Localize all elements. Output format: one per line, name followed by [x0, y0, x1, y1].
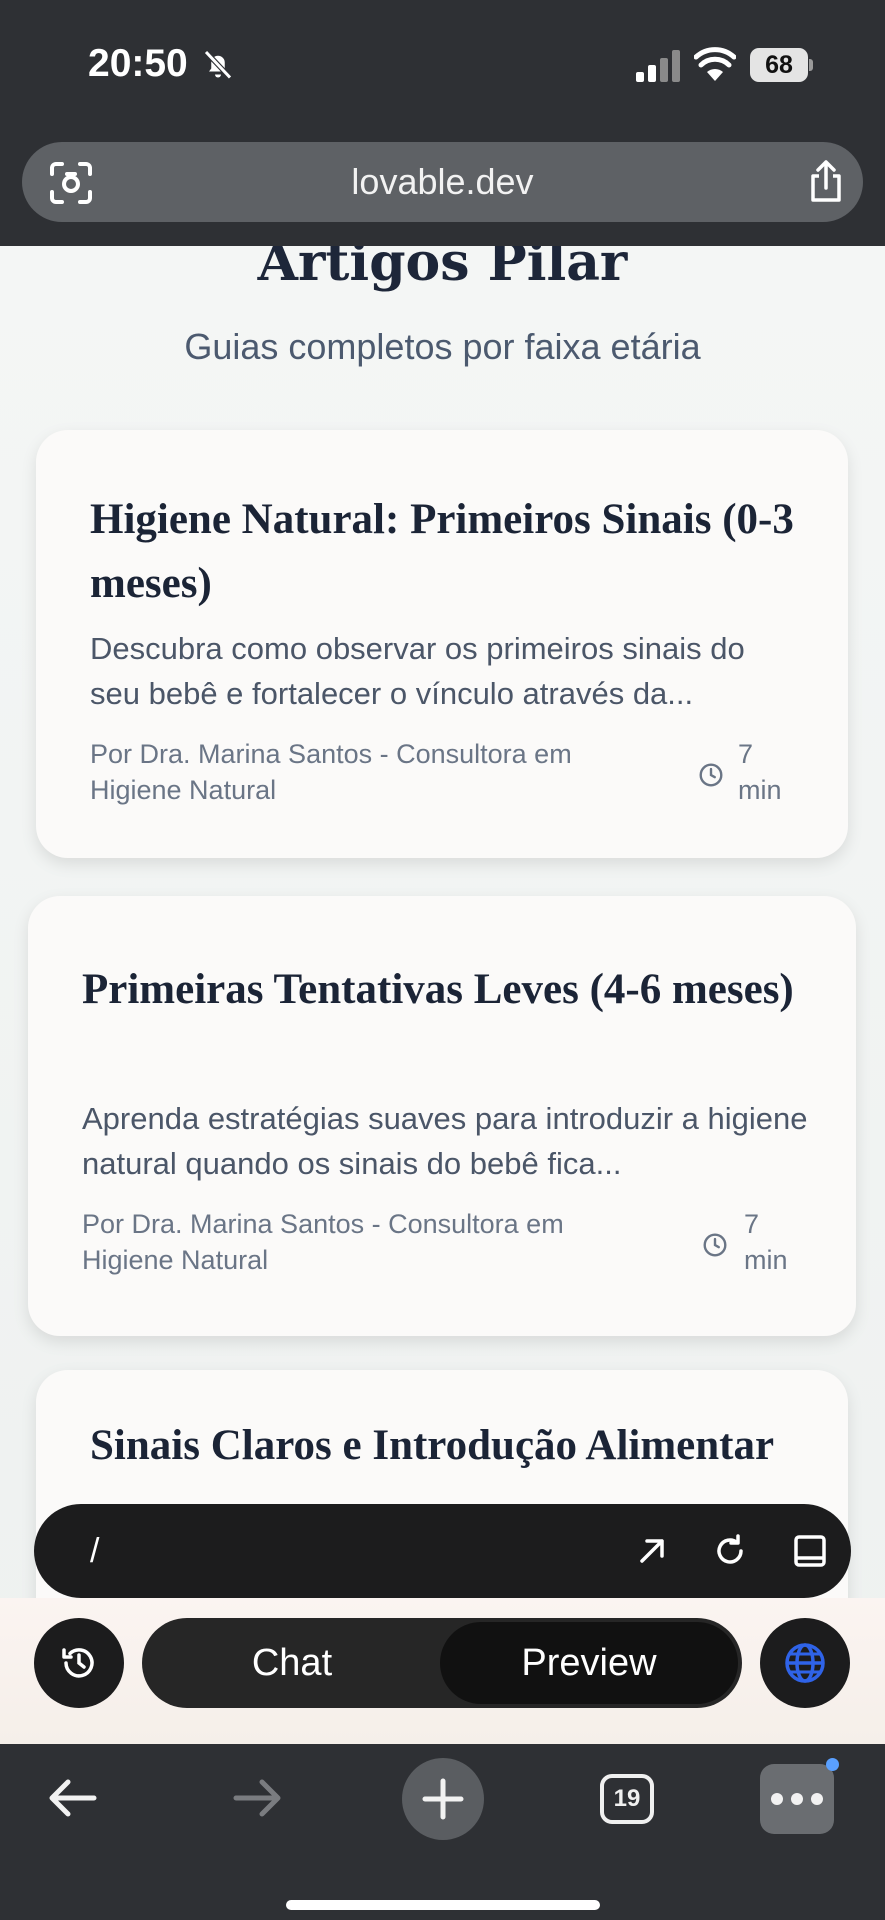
open-external-icon[interactable] [632, 1531, 672, 1571]
cellular-signal-icon [636, 50, 680, 82]
article-author: Por Dra. Marina Santos - Consultora em H… [82, 1209, 564, 1275]
article-title[interactable]: Primeiras Tentativas Leves (4-6 meses) [82, 958, 802, 1022]
clock-icon [699, 763, 723, 787]
article-description: Aprenda estratégias suaves para introduz… [82, 1101, 808, 1181]
view-switcher: Chat Preview [142, 1618, 742, 1708]
page-title: Artigos Pilar [257, 246, 628, 293]
history-icon [62, 1648, 94, 1678]
new-tab-button[interactable] [402, 1758, 484, 1840]
article-read-time: 7 min [744, 1209, 788, 1275]
article-title[interactable]: Sinais Claros e Introdução Alimentar [90, 1414, 794, 1478]
back-arrow-icon[interactable] [44, 1770, 100, 1826]
tab-preview[interactable]: Preview [440, 1622, 738, 1704]
tab-chat[interactable]: Chat [142, 1618, 442, 1708]
ellipsis-icon [771, 1793, 823, 1805]
preview-path-bar[interactable]: / [34, 1504, 851, 1598]
url-text[interactable]: lovable.dev [22, 142, 863, 222]
panel-toggle-icon[interactable] [790, 1531, 830, 1571]
address-bar[interactable]: lovable.dev [22, 142, 863, 222]
article-card[interactable]: Primeiras Tentativas Leves (4-6 meses) A… [28, 896, 856, 1336]
wifi-icon [694, 47, 736, 81]
more-menu-button[interactable] [760, 1764, 834, 1834]
article-title[interactable]: Higiene Natural: Primeiros Sinais (0-3 m… [90, 488, 794, 616]
globe-icon [785, 1643, 825, 1683]
clock-icon [703, 1233, 727, 1257]
status-time: 20:50 [88, 42, 188, 85]
status-bar: 20:50 68 lovable.dev [0, 0, 885, 246]
battery-indicator: 68 [750, 48, 808, 82]
page-subtitle: Guias completos por faixa etária [184, 326, 701, 367]
plus-icon [422, 1778, 464, 1820]
article-description: Descubra como observar os primeiros sina… [90, 631, 745, 711]
home-indicator[interactable] [286, 1900, 600, 1910]
article-card[interactable]: Higiene Natural: Primeiros Sinais (0-3 m… [36, 430, 848, 858]
refresh-icon[interactable] [710, 1531, 750, 1571]
history-button[interactable] [34, 1618, 124, 1708]
forward-arrow-icon[interactable] [230, 1770, 286, 1826]
notification-dot [826, 1758, 839, 1771]
preview-path[interactable]: / [90, 1504, 99, 1598]
browser-toolbar: 19 [0, 1744, 885, 1920]
share-icon[interactable] [806, 158, 846, 204]
article-author: Por Dra. Marina Santos - Consultora em H… [90, 739, 572, 805]
tab-count-button[interactable]: 19 [600, 1774, 654, 1824]
publish-button[interactable] [760, 1618, 850, 1708]
bell-off-icon [204, 50, 232, 80]
battery-tip [809, 59, 813, 71]
article-read-time: 7 min [738, 739, 782, 805]
